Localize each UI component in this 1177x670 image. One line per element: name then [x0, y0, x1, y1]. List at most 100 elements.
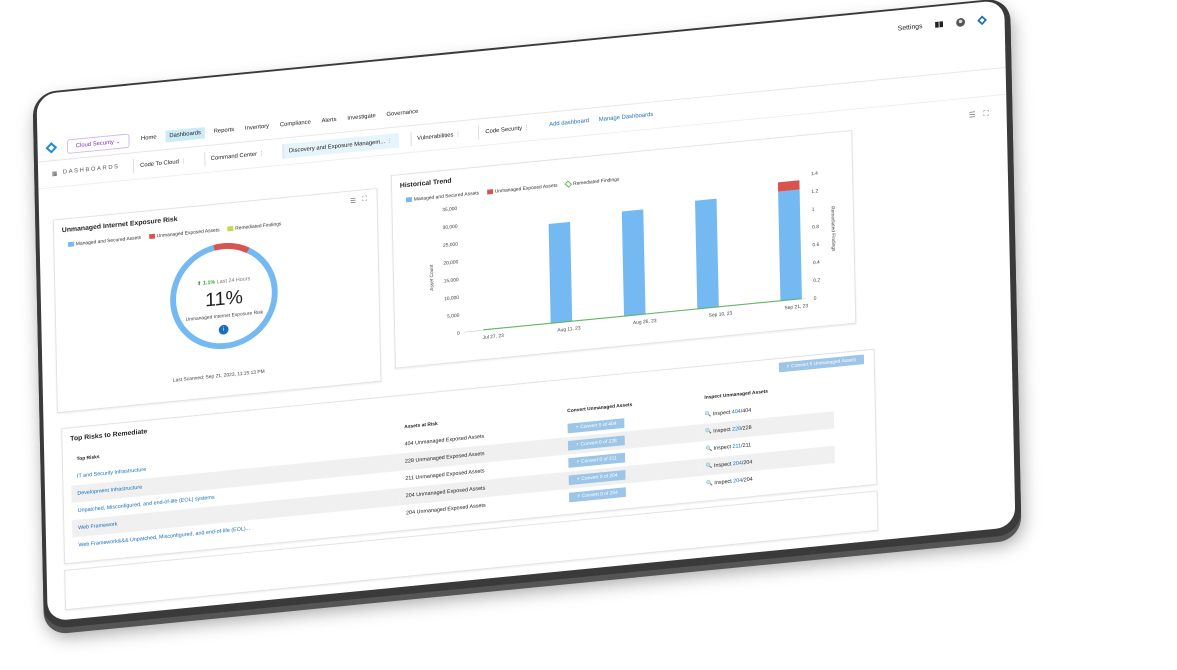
manage-dashboards-link[interactable]: Manage Dashboards [599, 112, 654, 123]
brand-logo-icon[interactable] [977, 15, 987, 26]
inspect-link[interactable]: 228 [732, 426, 741, 433]
convert-button-label: Convert 0 of 204 [581, 472, 618, 482]
lightning-icon: ⚡ [786, 363, 790, 370]
legend-item: Remediated Findings [227, 221, 281, 232]
dashboard-tab[interactable]: Code Security ⋮ [478, 119, 536, 140]
inspect-prefix: Inspect [713, 444, 733, 452]
inspect-suffix: /204 [742, 476, 753, 484]
product-switcher-label: Cloud Security [75, 139, 114, 149]
exposure-risk-title: Unmanaged Internet Exposure Risk [61, 216, 178, 235]
dashboards-label-text: DASHBOARDS [62, 164, 120, 176]
x-tick-label: Aug 11, 23 [557, 325, 581, 333]
filter-icon[interactable]: ☰ [969, 110, 976, 120]
stage: Settings Cloud Security ⌄ Home Dashboards… [0, 0, 1177, 670]
app-screen: Settings Cloud Security ⌄ Home Dashboards… [36, 0, 1016, 622]
risk-link[interactable]: Development Infrastructure [77, 485, 142, 497]
bar-managed [621, 209, 646, 317]
y-tick-label: 30,000 [443, 224, 458, 231]
y-tick-label: 5,000 [447, 313, 460, 320]
lightning-icon: ⚡ [575, 441, 580, 448]
convert-all-button[interactable]: ⚡ Convert 5 Unmanaged Assets [778, 354, 865, 373]
convert-all-label: Convert 5 Unmanaged Assets [791, 357, 857, 370]
inspect-prefix: Inspect [713, 461, 733, 469]
dashboard-tab-label: Code Security [485, 125, 523, 135]
convert-button[interactable]: ⚡ Convert 0 of 228 [567, 435, 625, 451]
add-dashboard-link[interactable]: Add dashboard [549, 118, 589, 128]
nav-item[interactable]: Compliance [278, 116, 313, 131]
nav-item[interactable]: Inventory [243, 121, 271, 135]
fullscreen-icon[interactable]: ⛶ [362, 196, 367, 204]
inspect-link[interactable]: 204 [733, 478, 742, 485]
y2-tick-label: 0.6 [812, 242, 819, 249]
bar-managed [548, 221, 573, 324]
book-icon[interactable] [934, 19, 944, 30]
filter-icon[interactable]: ☰ [350, 197, 356, 205]
kebab-menu-icon[interactable]: ⋮ [385, 138, 393, 144]
y2-tick-label: 1 [812, 207, 815, 213]
avatar[interactable] [956, 17, 966, 28]
card-tools: ☰ ⛶ [350, 196, 367, 205]
nav-item[interactable]: Alerts [320, 114, 339, 127]
nav-item[interactable]: Reports [212, 124, 237, 138]
convert-button[interactable]: ⚡ Convert 0 of 404 [567, 418, 625, 434]
bar-managed [695, 198, 719, 310]
chevron-down-icon: ⌄ [115, 138, 121, 145]
y2-axis-label: Remediated Findings [829, 206, 836, 252]
dashboard-tab[interactable]: Command Center ⋮ [203, 145, 271, 166]
inspect-suffix: /204 [741, 459, 753, 467]
y-tick-label: 10,000 [444, 295, 459, 302]
y-tick-label: 15,000 [444, 277, 459, 284]
nav-item[interactable]: Dashboards [165, 127, 206, 143]
x-tick-label: Sep 10, 23 [709, 311, 733, 319]
top-bar-actions: Settings [898, 15, 987, 33]
x-tick-label: Jul 27, 23 [483, 333, 505, 341]
trend-chart: 0 5,000 10,000 15,000 20,000 25,000 30,000 35,0… [429, 171, 836, 341]
inspect-link[interactable]: 204 [733, 461, 742, 468]
lightning-icon: ⚡ [575, 424, 579, 431]
inspect-link[interactable]: 404 [732, 409, 741, 416]
bar-managed [778, 189, 802, 302]
kebab-menu-icon[interactable]: ⋮ [522, 125, 530, 131]
dashboard-tab[interactable]: Code To Cloud ⋮ [133, 152, 193, 173]
kebab-menu-icon[interactable]: ⋮ [453, 131, 461, 137]
nav-item[interactable]: Governance [384, 106, 420, 121]
convert-button[interactable]: ⚡ Convert 0 of 204 [568, 470, 626, 486]
convert-button-label: Convert 0 of 204 [581, 489, 618, 500]
dashboard-tab-label: Code To Cloud [140, 158, 179, 169]
product-switcher[interactable]: Cloud Security ⌄ [66, 133, 130, 154]
dashboards-label: ▦ DASHBOARDS [52, 164, 120, 177]
dashboard-tab-label: Command Center [210, 151, 258, 162]
y2-tick-label: 0.8 [812, 224, 819, 231]
exposure-risk-card: Unmanaged Internet Exposure Risk ☰ ⛶ Mana… [52, 187, 382, 414]
convert-button[interactable]: ⚡ Convert 0 of 211 [568, 452, 625, 468]
lightning-icon: ⚡ [576, 476, 581, 483]
dashboard-tab[interactable]: Discovery and Exposure Managem... ⋮ [281, 132, 399, 159]
convert-button-label: Convert 0 of 211 [580, 455, 617, 465]
inspect-prefix: Inspect [712, 409, 732, 418]
settings-link[interactable]: Settings [898, 23, 923, 32]
historical-trend-card: Historical Trend Managed and Secured Ass… [390, 129, 857, 369]
device-frame: Settings Cloud Security ⌄ Home Dashboards… [32, 0, 1022, 630]
dashboard-tab[interactable]: Vulnerabilities ⋮ [410, 125, 467, 146]
dashboard-tab-label: Vulnerabilities [417, 132, 454, 142]
convert-button[interactable]: ⚡ Convert 0 of 204 [569, 487, 626, 503]
app-logo-icon[interactable] [45, 141, 58, 154]
kebab-menu-icon[interactable]: ⋮ [179, 158, 186, 164]
gauge-change-value: 1.1% [202, 279, 216, 287]
inspect-link[interactable]: 211 [732, 443, 741, 450]
last-scanned: Last Scanned: Sep 21, 2023, 11:15:13 PM [172, 368, 265, 384]
risk-link[interactable]: IT and Security Infrastructure [77, 467, 146, 480]
y2-tick-label: 0.4 [813, 260, 820, 267]
search-icon: 🔍 [705, 428, 712, 436]
up-arrow-icon: ⬆ [196, 280, 202, 288]
top-risks-title: Top Risks to Remediate [70, 428, 148, 443]
fullscreen-icon[interactable]: ⛶ [983, 109, 989, 119]
dashboard-icon: ▦ [51, 170, 60, 178]
y-tick-label: 35,000 [442, 206, 457, 213]
search-icon: 🔍 [705, 446, 713, 453]
nav-item[interactable]: Investigate [345, 110, 378, 125]
kebab-menu-icon[interactable]: ⋮ [257, 150, 265, 156]
risk-link[interactable]: Web Framework [78, 522, 117, 532]
legend-item: Managed and Secured Assets [68, 235, 141, 248]
nav-item[interactable]: Home [139, 132, 159, 145]
